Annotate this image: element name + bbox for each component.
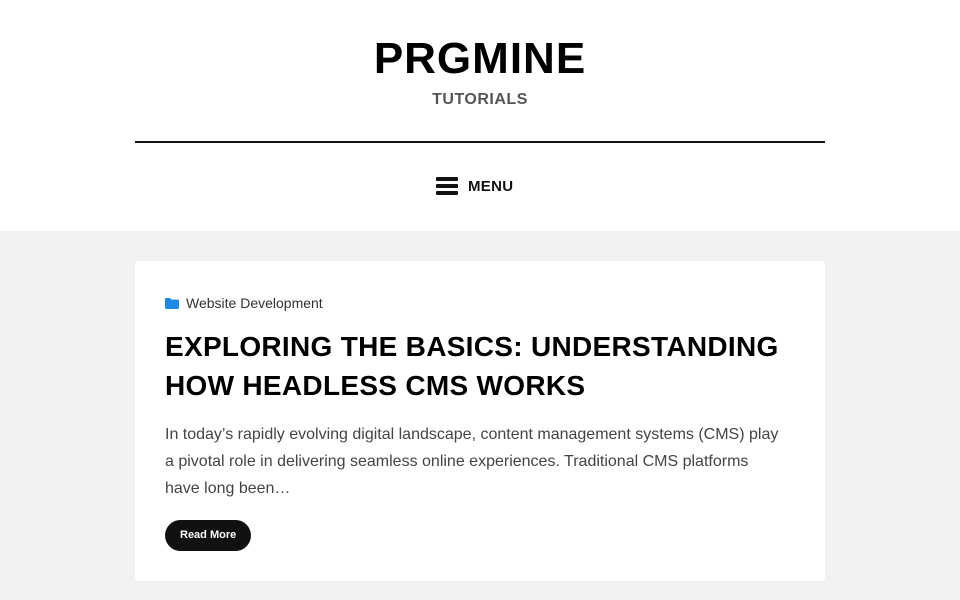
site-title[interactable]: PRGMINE [0, 33, 960, 85]
menu-label: MENU [468, 177, 514, 195]
post-title[interactable]: EXPLORING THE BASICS: UNDERSTANDING HOW … [165, 327, 785, 405]
folder-icon [165, 297, 179, 309]
post-excerpt: In today’s rapidly evolving digital land… [165, 426, 779, 497]
post-category-label: Website Development [186, 295, 323, 311]
site-header: PRGMINE TUTORIALS MENU [0, 0, 960, 231]
site-tagline: TUTORIALS [432, 91, 528, 108]
hamburger-icon [436, 177, 458, 195]
menu-toggle-button[interactable]: MENU [436, 172, 513, 200]
post-card: Website Development EXPLORING THE BASICS… [135, 261, 825, 581]
post-category-link[interactable]: Website Development [165, 295, 323, 311]
read-more-button[interactable]: Read More [165, 520, 252, 551]
header-divider [135, 141, 825, 143]
